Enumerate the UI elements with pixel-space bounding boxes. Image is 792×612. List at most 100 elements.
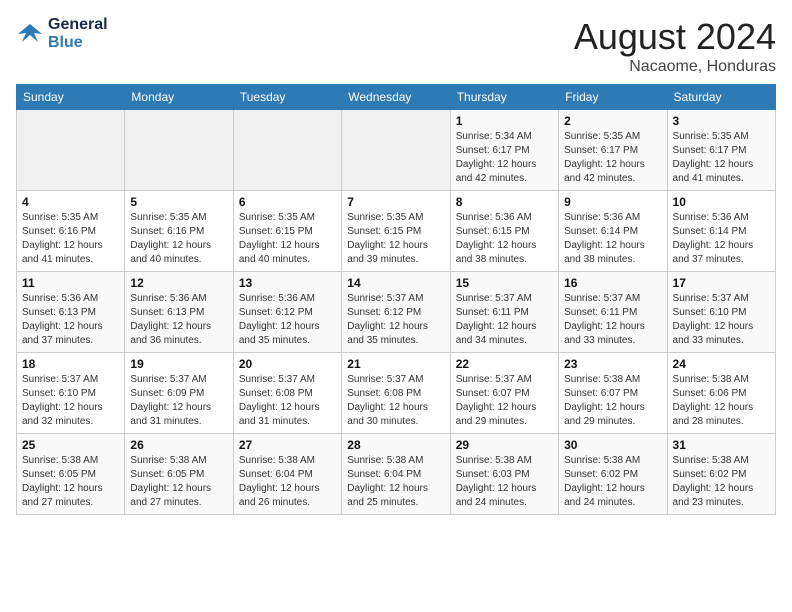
day-info: Sunrise: 5:37 AM Sunset: 6:10 PM Dayligh… [22, 373, 119, 429]
day-info: Sunrise: 5:38 AM Sunset: 6:03 PM Dayligh… [456, 454, 553, 510]
header-wednesday: Wednesday [342, 85, 450, 110]
day-number: 20 [239, 357, 336, 371]
day-info: Sunrise: 5:36 AM Sunset: 6:12 PM Dayligh… [239, 292, 336, 348]
location: Nacaome, Honduras [574, 58, 776, 76]
day-info: Sunrise: 5:38 AM Sunset: 6:06 PM Dayligh… [673, 373, 770, 429]
header-friday: Friday [559, 85, 667, 110]
header-thursday: Thursday [450, 85, 558, 110]
week-row-1: 1Sunrise: 5:34 AM Sunset: 6:17 PM Daylig… [17, 110, 776, 191]
calendar-cell: 19 Sunrise: 5:37 AM Sunset: 6:09 PM Dayli… [125, 353, 233, 434]
day-number: 3 [673, 114, 770, 128]
day-info: Sunrise: 5:37 AM Sunset: 6:11 PM Dayligh… [564, 292, 661, 348]
day-number: 8 [456, 195, 553, 209]
calendar-cell: 1Sunrise: 5:34 AM Sunset: 6:17 PM Daylig… [450, 110, 558, 191]
calendar-cell: 24Sunrise: 5:38 AM Sunset: 6:06 PM Dayli… [667, 353, 775, 434]
calendar-cell [342, 110, 450, 191]
calendar-cell: 9Sunrise: 5:36 AM Sunset: 6:14 PM Daylig… [559, 191, 667, 272]
day-info: Sunrise: 5:36 AM Sunset: 6:14 PM Dayligh… [564, 211, 661, 267]
calendar-cell: 12Sunrise: 5:36 AM Sunset: 6:13 PM Dayli… [125, 272, 233, 353]
calendar-cell [233, 110, 341, 191]
day-info: Sunrise: 5:37 AM Sunset: 6:09 PM Dayligh… [130, 373, 227, 429]
calendar-cell: 6Sunrise: 5:35 AM Sunset: 6:15 PM Daylig… [233, 191, 341, 272]
calendar-cell: 18Sunrise: 5:37 AM Sunset: 6:10 PM Dayli… [17, 353, 125, 434]
day-number: 19 [130, 357, 227, 371]
calendar-cell: 11 Sunrise: 5:36 AM Sunset: 6:13 PM Dayli… [17, 272, 125, 353]
day-number: 7 [347, 195, 444, 209]
calendar-cell: 23 Sunrise: 5:38 AM Sunset: 6:07 PM Dayli… [559, 353, 667, 434]
day-number: 5 [130, 195, 227, 209]
day-number: 17 [673, 276, 770, 290]
calendar-cell: 21 Sunrise: 5:37 AM Sunset: 6:08 PM Dayli… [342, 353, 450, 434]
day-info: Sunrise: 5:38 AM Sunset: 6:04 PM Dayligh… [239, 454, 336, 510]
day-info: Sunrise: 5:35 AM Sunset: 6:16 PM Dayligh… [22, 211, 119, 267]
calendar-cell: 27Sunrise: 5:38 AM Sunset: 6:04 PM Dayli… [233, 434, 341, 515]
calendar-cell: 3Sunrise: 5:35 AM Sunset: 6:17 PM Daylig… [667, 110, 775, 191]
calendar-cell [17, 110, 125, 191]
week-row-3: 11 Sunrise: 5:36 AM Sunset: 6:13 PM Dayli… [17, 272, 776, 353]
header-sunday: Sunday [17, 85, 125, 110]
calendar-cell: 17 Sunrise: 5:37 AM Sunset: 6:10 PM Dayli… [667, 272, 775, 353]
day-number: 16 [564, 276, 661, 290]
header-saturday: Saturday [667, 85, 775, 110]
day-info: Sunrise: 5:36 AM Sunset: 6:14 PM Dayligh… [673, 211, 770, 267]
day-info: Sunrise: 5:37 AM Sunset: 6:08 PM Dayligh… [239, 373, 336, 429]
week-row-4: 18Sunrise: 5:37 AM Sunset: 6:10 PM Dayli… [17, 353, 776, 434]
day-info: Sunrise: 5:36 AM Sunset: 6:13 PM Dayligh… [22, 292, 119, 348]
calendar-table: Sunday Monday Tuesday Wednesday Thursday… [16, 84, 776, 515]
day-info: Sunrise: 5:35 AM Sunset: 6:17 PM Dayligh… [564, 130, 661, 186]
header-tuesday: Tuesday [233, 85, 341, 110]
logo: General Blue [16, 16, 108, 52]
day-number: 23 [564, 357, 661, 371]
calendar-cell: 8 Sunrise: 5:36 AM Sunset: 6:15 PM Daylig… [450, 191, 558, 272]
logo-icon [16, 20, 44, 48]
day-info: Sunrise: 5:36 AM Sunset: 6:15 PM Dayligh… [456, 211, 553, 267]
day-info: Sunrise: 5:37 AM Sunset: 6:08 PM Dayligh… [347, 373, 444, 429]
day-number: 29 [456, 438, 553, 452]
day-info: Sunrise: 5:38 AM Sunset: 6:05 PM Dayligh… [22, 454, 119, 510]
day-number: 26 [130, 438, 227, 452]
day-number: 21 [347, 357, 444, 371]
day-number: 10 [673, 195, 770, 209]
day-number: 25 [22, 438, 119, 452]
day-number: 14 [347, 276, 444, 290]
day-info: Sunrise: 5:37 AM Sunset: 6:10 PM Dayligh… [673, 292, 770, 348]
header-monday: Monday [125, 85, 233, 110]
week-row-5: 25 Sunrise: 5:38 AM Sunset: 6:05 PM Dayli… [17, 434, 776, 515]
calendar-cell: 20 Sunrise: 5:37 AM Sunset: 6:08 PM Dayli… [233, 353, 341, 434]
day-info: Sunrise: 5:37 AM Sunset: 6:12 PM Dayligh… [347, 292, 444, 348]
day-number: 28 [347, 438, 444, 452]
day-number: 11 [22, 276, 119, 290]
page-header: General Blue August 2024 Nacaome, Hondur… [16, 16, 776, 76]
calendar-header-row: Sunday Monday Tuesday Wednesday Thursday… [17, 85, 776, 110]
calendar-cell: 4Sunrise: 5:35 AM Sunset: 6:16 PM Daylig… [17, 191, 125, 272]
day-number: 30 [564, 438, 661, 452]
calendar-cell: 31 Sunrise: 5:38 AM Sunset: 6:02 PM Dayli… [667, 434, 775, 515]
calendar-cell: 22 Sunrise: 5:37 AM Sunset: 6:07 PM Dayli… [450, 353, 558, 434]
day-info: Sunrise: 5:37 AM Sunset: 6:07 PM Dayligh… [456, 373, 553, 429]
day-info: Sunrise: 5:35 AM Sunset: 6:15 PM Dayligh… [347, 211, 444, 267]
calendar-cell [125, 110, 233, 191]
day-number: 15 [456, 276, 553, 290]
week-row-2: 4Sunrise: 5:35 AM Sunset: 6:16 PM Daylig… [17, 191, 776, 272]
calendar-cell: 14 Sunrise: 5:37 AM Sunset: 6:12 PM Dayli… [342, 272, 450, 353]
day-info: Sunrise: 5:38 AM Sunset: 6:05 PM Dayligh… [130, 454, 227, 510]
calendar-cell: 28Sunrise: 5:38 AM Sunset: 6:04 PM Dayli… [342, 434, 450, 515]
day-number: 13 [239, 276, 336, 290]
calendar-cell: 25 Sunrise: 5:38 AM Sunset: 6:05 PM Dayli… [17, 434, 125, 515]
calendar-cell: 29 Sunrise: 5:38 AM Sunset: 6:03 PM Dayli… [450, 434, 558, 515]
calendar-cell: 5Sunrise: 5:35 AM Sunset: 6:16 PM Daylig… [125, 191, 233, 272]
day-number: 2 [564, 114, 661, 128]
day-number: 22 [456, 357, 553, 371]
calendar-cell: 10 Sunrise: 5:36 AM Sunset: 6:14 PM Dayli… [667, 191, 775, 272]
day-number: 31 [673, 438, 770, 452]
calendar-cell: 2 Sunrise: 5:35 AM Sunset: 6:17 PM Daylig… [559, 110, 667, 191]
day-info: Sunrise: 5:38 AM Sunset: 6:02 PM Dayligh… [673, 454, 770, 510]
day-number: 6 [239, 195, 336, 209]
day-info: Sunrise: 5:38 AM Sunset: 6:07 PM Dayligh… [564, 373, 661, 429]
day-info: Sunrise: 5:38 AM Sunset: 6:02 PM Dayligh… [564, 454, 661, 510]
month-year: August 2024 [574, 16, 776, 58]
calendar-cell: 13 Sunrise: 5:36 AM Sunset: 6:12 PM Dayli… [233, 272, 341, 353]
calendar-cell: 30 Sunrise: 5:38 AM Sunset: 6:02 PM Dayli… [559, 434, 667, 515]
title-block: August 2024 Nacaome, Honduras [574, 16, 776, 76]
calendar-cell: 15Sunrise: 5:37 AM Sunset: 6:11 PM Dayli… [450, 272, 558, 353]
